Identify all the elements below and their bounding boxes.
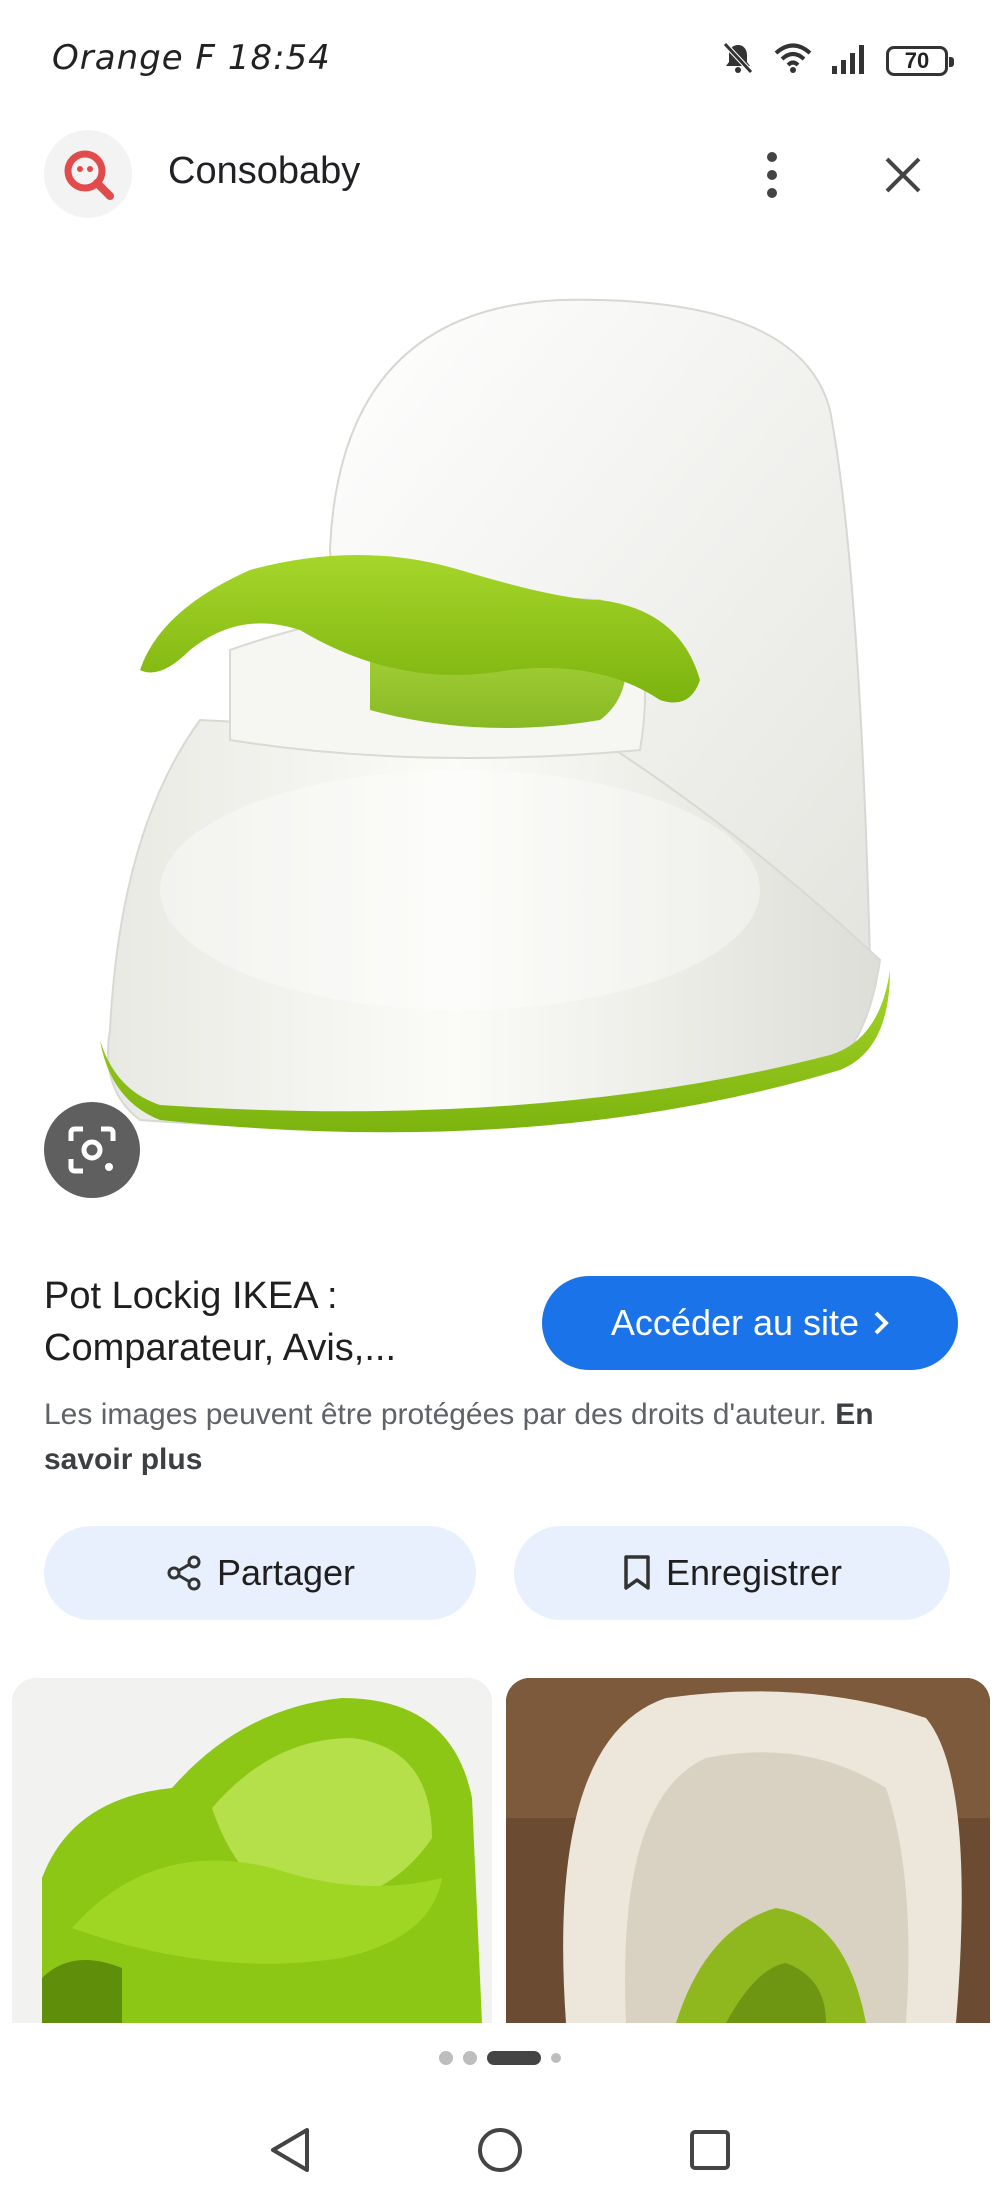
lens-icon [68, 1126, 116, 1174]
wifi-icon [772, 40, 814, 81]
save-label: Enregistrer [665, 1552, 843, 1593]
back-triangle-icon [271, 2128, 309, 2172]
pager-dot [463, 2051, 477, 2065]
recents-button[interactable] [680, 2120, 740, 2180]
site-logo[interactable] [44, 130, 132, 218]
share-icon [167, 1555, 201, 1591]
pager-dot-active [487, 2051, 541, 2065]
copyright-notice: Les images peuvent être protégées par de… [44, 1392, 944, 1482]
google-lens-button[interactable] [44, 1102, 140, 1198]
bookmark-icon [624, 1555, 650, 1590]
potty-illustration [100, 298, 890, 1133]
main-product-image[interactable] [40, 270, 960, 1220]
site-name: Consobaby [168, 150, 361, 192]
more-options-button[interactable] [740, 140, 804, 210]
signal-icon [830, 42, 870, 79]
home-button[interactable] [470, 2120, 530, 2180]
close-button[interactable] [868, 140, 938, 210]
save-button[interactable]: Enregistrer [514, 1526, 950, 1620]
pager-dot [439, 2051, 453, 2065]
carrier-name: Orange F [52, 38, 216, 78]
visit-site-label: Accéder au site [610, 1302, 860, 1343]
copyright-text: Les images peuvent être protégées par de… [44, 1398, 827, 1431]
status-carrier-time: Orange F 18:54 [52, 38, 331, 78]
result-title-line2: Comparateur, Avis,... [44, 1327, 397, 1369]
pager-dot [551, 2053, 561, 2063]
status-icons: 70 [720, 40, 954, 81]
carousel-indicator [0, 2048, 1000, 2068]
share-label: Partager [216, 1552, 356, 1593]
back-button[interactable] [260, 2120, 320, 2180]
share-button[interactable]: Partager [44, 1526, 476, 1620]
battery-icon: 70 [886, 45, 954, 76]
more-vert-icon [767, 152, 777, 198]
result-title[interactable]: Pot Lockig IKEA : Comparateur, Avis,... [44, 1270, 504, 1374]
related-image-thumbnail[interactable] [506, 1678, 990, 2023]
chevron-right-icon [874, 1311, 889, 1335]
related-image-thumbnail[interactable] [12, 1678, 492, 2023]
recents-square-icon [690, 2130, 730, 2170]
status-bar: Orange F 18:54 70 [0, 0, 1000, 110]
result-title-line1: Pot Lockig IKEA : [44, 1275, 338, 1317]
notifications-muted-icon [720, 40, 756, 81]
consobaby-logo-icon [64, 150, 114, 200]
battery-level: 70 [904, 47, 930, 73]
green-potty-image [12, 1678, 492, 2023]
close-icon [885, 157, 921, 193]
white-potty-photo [506, 1678, 990, 2023]
system-navigation-bar [0, 2100, 1000, 2200]
visit-site-button[interactable]: Accéder au site [542, 1276, 958, 1370]
clock-time: 18:54 [227, 38, 331, 78]
home-circle-icon [478, 2128, 522, 2172]
